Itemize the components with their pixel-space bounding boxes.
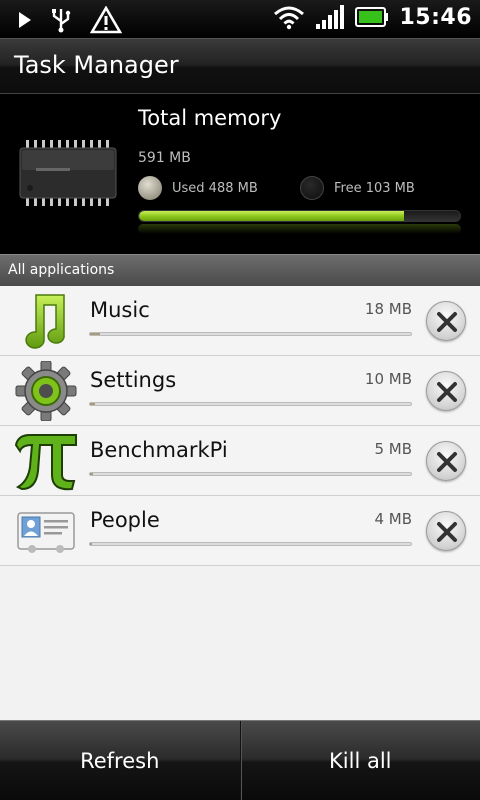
pi-icon — [14, 434, 77, 491]
kill-app-button[interactable] — [426, 371, 466, 411]
memory-chip-icon — [19, 140, 117, 206]
kill-app-button[interactable] — [426, 441, 466, 481]
battery-icon — [355, 7, 389, 27]
warning-icon — [90, 6, 122, 34]
used-dot-icon — [138, 176, 162, 200]
music-note-icon — [25, 294, 65, 349]
settings-gear-icon — [15, 361, 77, 421]
kill-app-button[interactable] — [426, 301, 466, 341]
memory-title: Total memory — [138, 106, 282, 130]
app-memory-bar-fill — [90, 473, 93, 475]
section-header-label: All applications — [8, 262, 115, 278]
contact-card-icon — [17, 512, 75, 553]
list-item-benchmarkpi[interactable]: BenchmarkPi 5 MB — [0, 426, 480, 496]
wifi-icon — [274, 6, 305, 30]
refresh-button[interactable]: Refresh — [0, 721, 240, 800]
close-icon — [437, 452, 457, 472]
memory-panel: Total memory 591 MB Used 488 MB Free 103… — [0, 94, 480, 254]
memory-usage-bar — [138, 210, 461, 222]
list-item-music[interactable]: Music 18 MB — [0, 286, 480, 356]
app-memory-size: 4 MB — [374, 510, 412, 528]
app-name: BenchmarkPi — [90, 438, 228, 462]
free-legend: Free 103 MB — [300, 176, 415, 200]
app-memory-bar — [89, 402, 412, 406]
app-memory-bar-fill — [90, 543, 93, 545]
signal-icon — [316, 5, 345, 29]
close-icon — [437, 522, 457, 542]
app-memory-bar — [89, 472, 412, 476]
list-item-settings[interactable]: Settings 10 MB — [0, 356, 480, 426]
memory-usage-fill — [139, 211, 405, 221]
memory-total: 591 MB — [138, 150, 191, 166]
usb-icon — [52, 9, 71, 33]
clock: 15:46 — [399, 4, 472, 30]
free-dot-icon — [300, 176, 324, 200]
play-icon — [19, 12, 31, 28]
close-icon — [437, 382, 457, 402]
app-memory-bar-fill — [90, 333, 100, 335]
app-name: Settings — [90, 368, 177, 392]
app-memory-size: 5 MB — [374, 440, 412, 458]
title-bar: Task Manager — [0, 38, 480, 94]
close-icon — [437, 312, 457, 332]
kill-all-button[interactable]: Kill all — [239, 721, 480, 800]
section-header: All applications — [0, 254, 480, 286]
app-name: People — [90, 508, 160, 532]
memory-bar-reflection — [138, 224, 461, 234]
free-label: Free 103 MB — [334, 180, 415, 196]
app-list[interactable]: Music 18 MB Settings 10 MB BenchmarkPi 5… — [0, 286, 480, 720]
kill-app-button[interactable] — [426, 511, 466, 551]
app-memory-bar — [89, 332, 412, 336]
app-name: Music — [90, 298, 150, 322]
app-memory-bar — [89, 542, 412, 546]
used-label: Used 488 MB — [172, 180, 258, 196]
bottom-action-bar: Refresh Kill all — [0, 720, 480, 800]
page-title: Task Manager — [14, 51, 179, 79]
app-memory-bar-fill — [90, 403, 96, 405]
status-bar: 15:46 — [0, 0, 480, 38]
app-memory-size: 10 MB — [364, 370, 412, 388]
used-legend: Used 488 MB — [138, 176, 258, 200]
list-item-people[interactable]: People 4 MB — [0, 496, 480, 566]
app-memory-size: 18 MB — [364, 300, 412, 318]
